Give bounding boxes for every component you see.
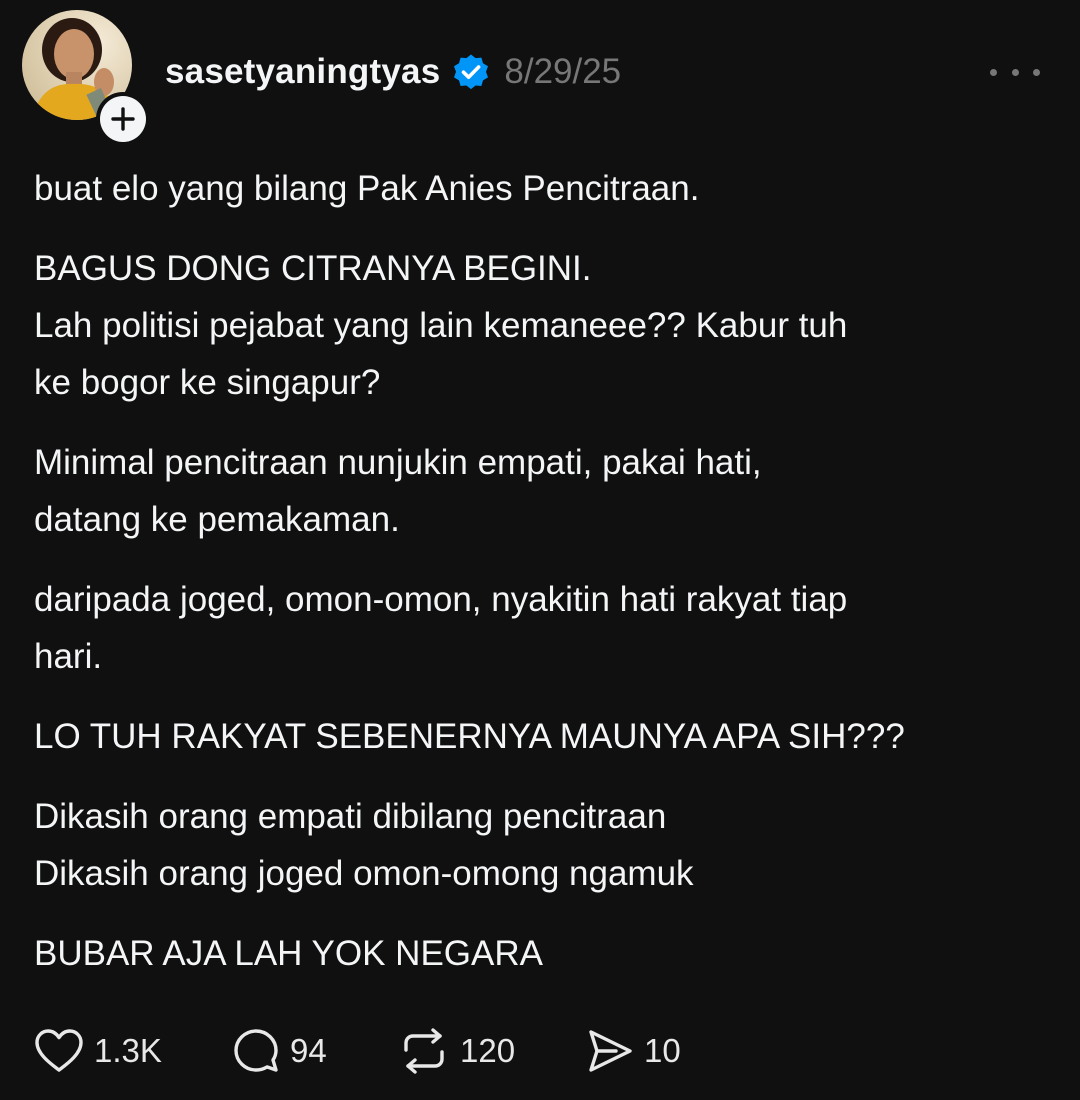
thread-post: sasetyaningtyas 8/29/25 buat elo yang bi… xyxy=(0,0,1080,1100)
username[interactable]: sasetyaningtyas xyxy=(165,52,440,92)
post-paragraph: LO TUH RAKYAT SEBENERNYA MAUNYA APA SIH?… xyxy=(34,717,905,756)
more-dot xyxy=(1011,68,1019,76)
like-button[interactable]: 1.3K xyxy=(34,1028,232,1074)
reply-button[interactable]: 94 xyxy=(232,1027,398,1075)
heart-icon xyxy=(35,1029,83,1072)
reply-count: 94 xyxy=(290,1032,327,1069)
post-paragraph: Dikasih orang empati dibilang pencitraan… xyxy=(34,797,694,893)
share-button[interactable]: 10 xyxy=(586,1028,706,1074)
repost-count: 120 xyxy=(460,1032,516,1069)
verified-badge-icon xyxy=(452,53,490,91)
share-count: 10 xyxy=(644,1032,681,1069)
more-dots-icon xyxy=(990,68,997,76)
repost-button[interactable]: 120 xyxy=(398,1028,586,1074)
follow-button[interactable] xyxy=(96,92,150,146)
repost-arrows-icon xyxy=(404,1028,444,1074)
like-count: 1.3K xyxy=(94,1032,162,1069)
post-paragraph: daripada joged, omon-omon, nyakitin hati… xyxy=(34,580,848,676)
action-bar: 1.3K 94 120 10 xyxy=(34,1026,706,1076)
post-body: buat elo yang bilang Pak Anies Pencitraa… xyxy=(34,160,1044,1005)
comment-bubble-icon xyxy=(234,1029,278,1072)
post-paragraph: buat elo yang bilang Pak Anies Pencitraa… xyxy=(34,169,700,208)
post-paragraph: BAGUS DONG CITRANYA BEGINI. Lah politisi… xyxy=(34,249,848,402)
post-paragraph: Minimal pencitraan nunjukin empati, paka… xyxy=(34,443,762,539)
post-header: sasetyaningtyas 8/29/25 xyxy=(165,48,621,96)
more-options-button[interactable] xyxy=(990,58,1040,86)
post-paragraph: BUBAR AJA LAH YOK NEGARA xyxy=(34,934,543,973)
send-icon xyxy=(589,1030,632,1072)
post-timestamp[interactable]: 8/29/25 xyxy=(504,52,621,92)
plus-icon xyxy=(111,107,135,131)
more-dot xyxy=(1033,68,1040,76)
